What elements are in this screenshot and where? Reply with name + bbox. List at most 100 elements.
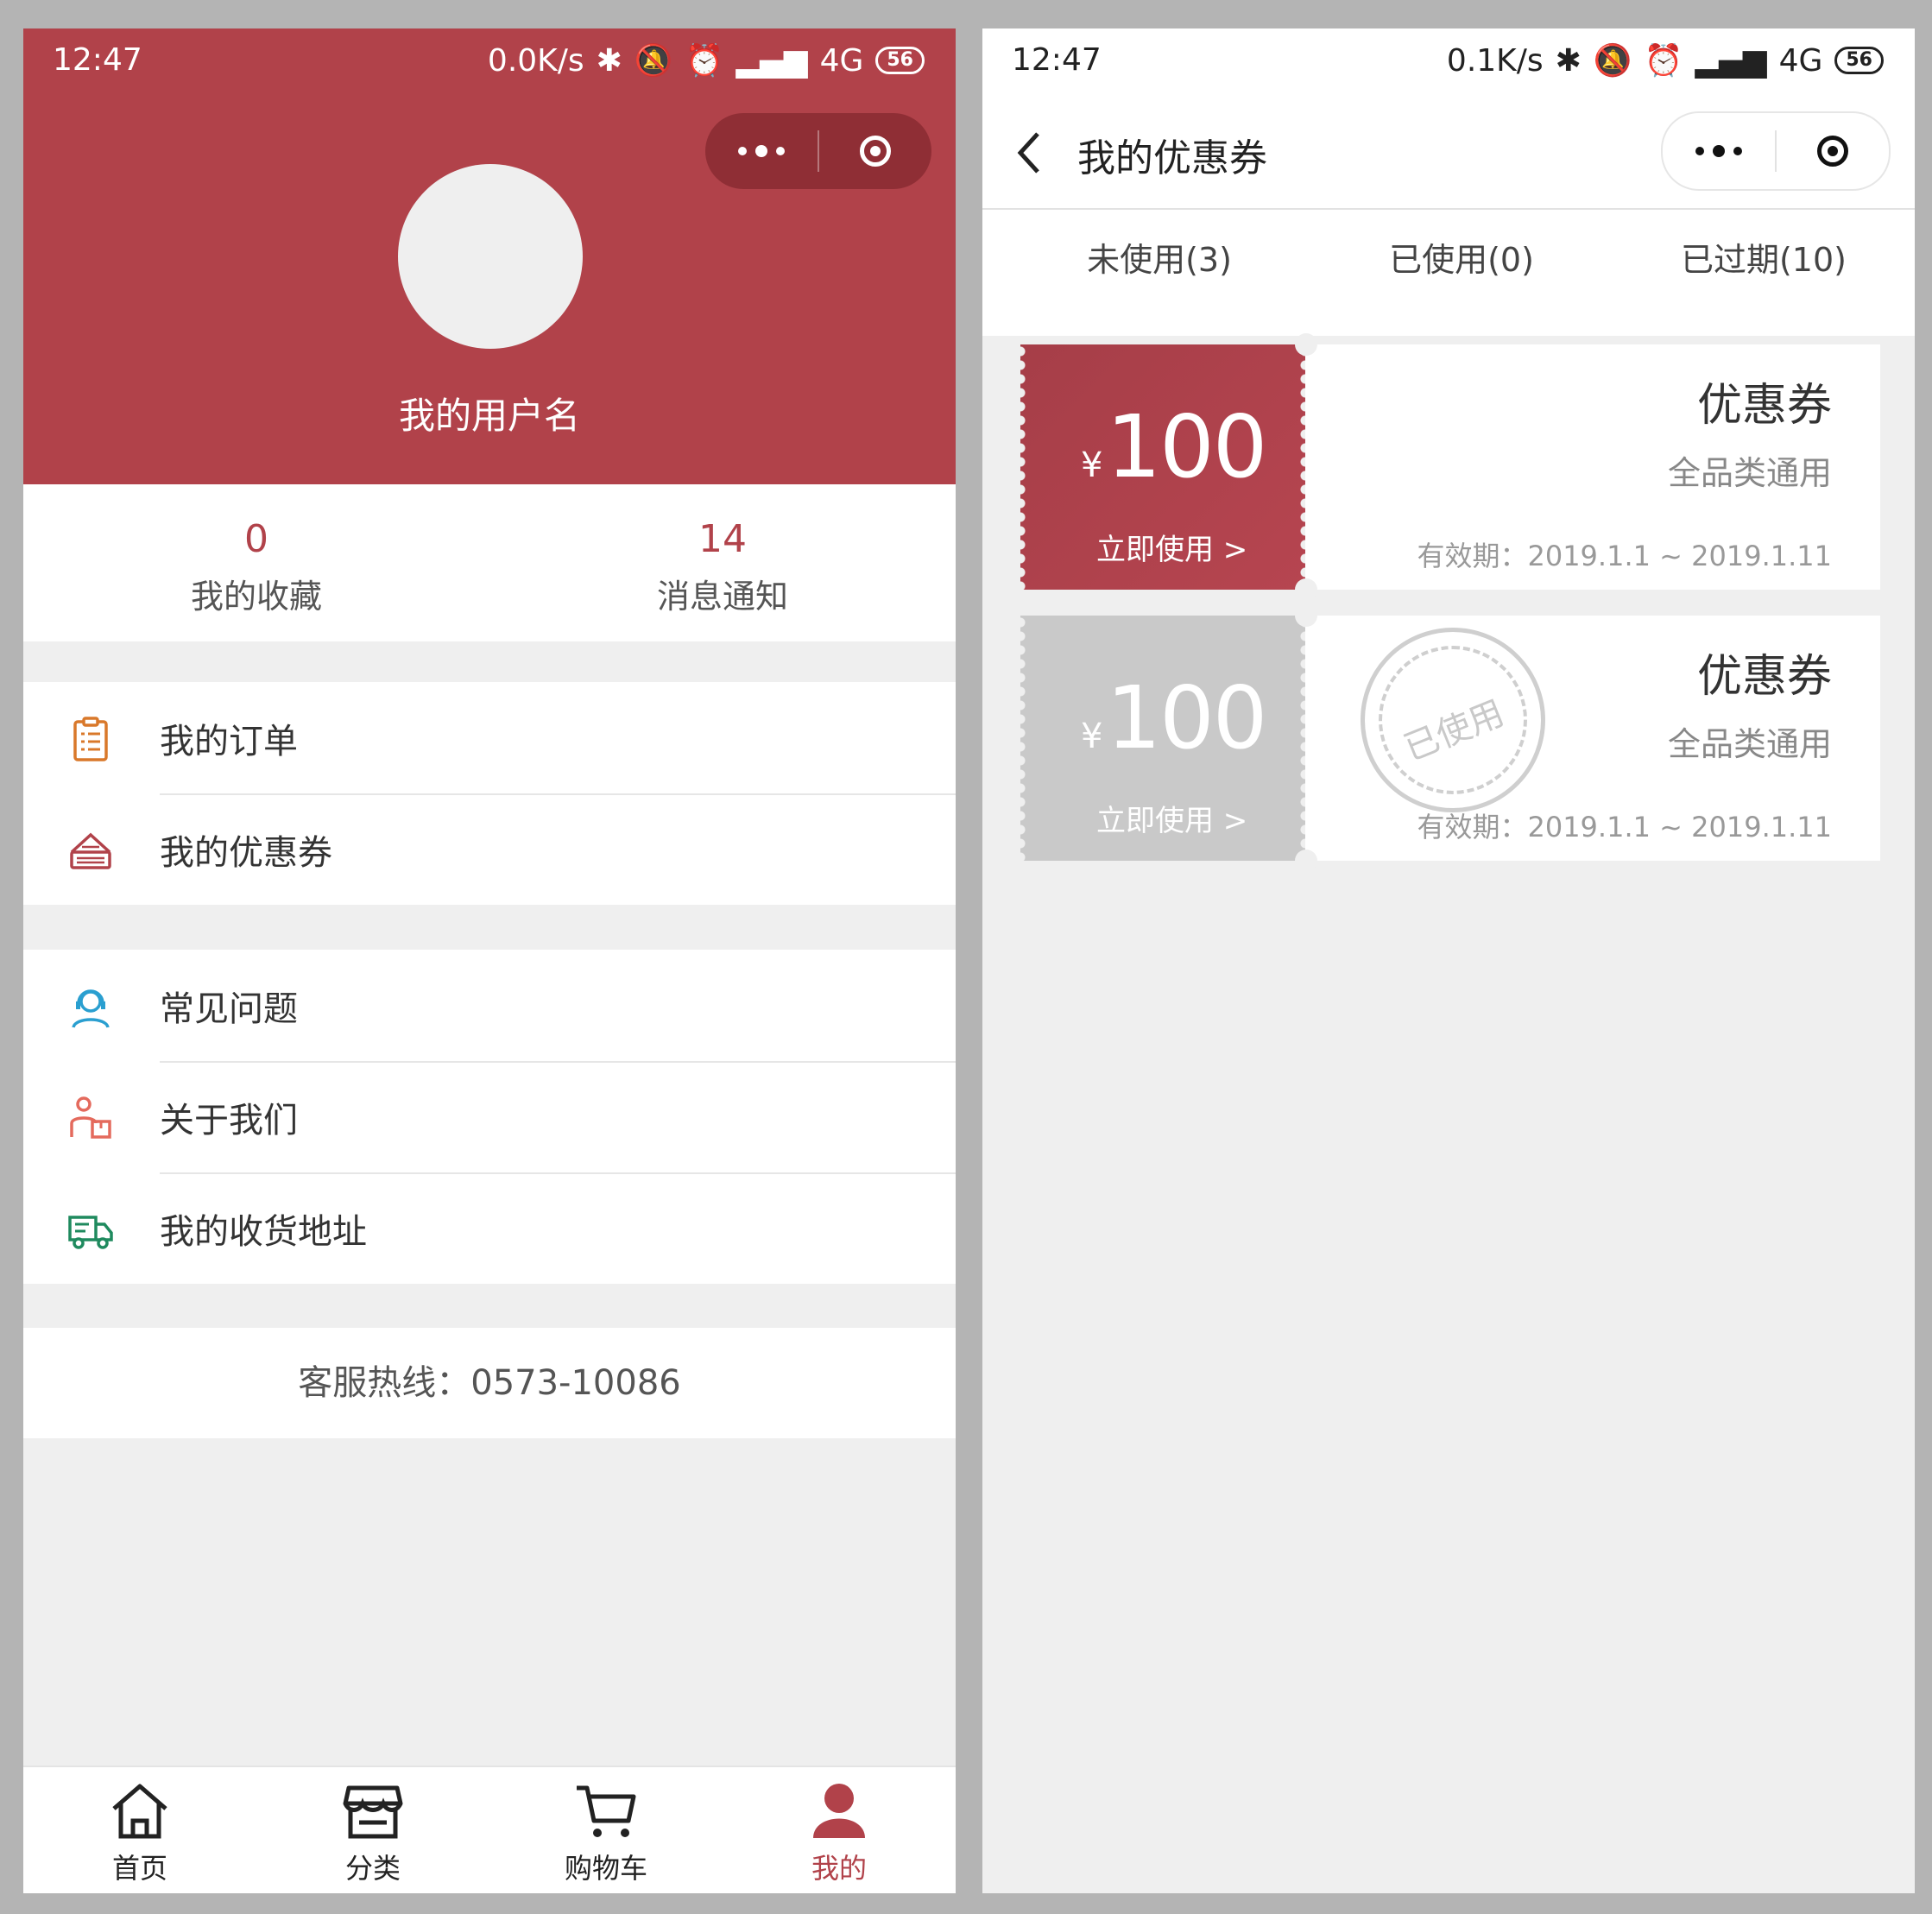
stats-row: 0 我的收藏 14 消息通知: [23, 484, 956, 641]
coupon-scope: 全品类通用: [1667, 454, 1832, 492]
currency-symbol: ¥: [1081, 445, 1102, 485]
coupon-stub: ¥100 立即使用 >: [1013, 344, 1312, 590]
coupon-amount: ¥100: [1081, 396, 1267, 497]
bluetooth-icon: ✱: [596, 42, 622, 79]
menu-item-faq[interactable]: 常见问题: [23, 950, 956, 1061]
page-title: 我的优惠券: [1077, 136, 1267, 180]
tab-label: 购物车: [564, 1852, 647, 1885]
use-now-link[interactable]: 立即使用 >: [1096, 797, 1247, 839]
coupon-card[interactable]: ¥100 立即使用 > 已使用 优惠券 全品类通用 有效期：2019.1.1 ~…: [1013, 604, 1880, 872]
scallop-edge: [1013, 616, 1027, 861]
menu-item-address[interactable]: 我的收货地址: [23, 1172, 956, 1284]
target-icon: [1817, 136, 1848, 167]
menu-item-label: 关于我们: [160, 1100, 298, 1140]
signal-icon: ▂▄▆: [1695, 42, 1767, 79]
more-button[interactable]: [705, 113, 818, 189]
coupon-value: 100: [1106, 667, 1267, 768]
status-icons: 0.0K/s ✱ 🔕 ⏰ ▂▄▆ 4G 56: [488, 42, 925, 79]
status-time: 12:47: [53, 42, 142, 78]
avatar[interactable]: [398, 164, 583, 349]
navigation-bar: 12:47 0.1K/s ✱ 🔕 ⏰ ▂▄▆ 4G 56 我的优惠券: [982, 28, 1915, 210]
stat-label: 我的收藏: [190, 578, 322, 616]
stat-value: 14: [698, 517, 747, 561]
coupon-validity: 有效期：2019.1.1 ~ 2019.1.11: [1417, 811, 1832, 843]
coupon-value: 100: [1106, 396, 1267, 497]
coupon-body: 优惠券 全品类通用 有效期：2019.1.1 ~ 2019.1.11: [1305, 344, 1880, 590]
status-time: 12:47: [1012, 42, 1102, 78]
status-bar: 12:47 0.0K/s ✱ 🔕 ⏰ ▂▄▆ 4G 56: [23, 28, 956, 98]
store-icon: [343, 1785, 403, 1839]
menu-item-orders[interactable]: 我的订单: [23, 682, 956, 793]
tab-mine[interactable]: 我的: [723, 1767, 956, 1893]
user-icon: [813, 1784, 865, 1838]
mute-icon: 🔕: [1593, 43, 1632, 79]
network-speed: 0.1K/s: [1446, 42, 1544, 79]
tab-used[interactable]: 已使用(0): [1310, 210, 1613, 336]
profile-header: 12:47 0.0K/s ✱ 🔕 ⏰ ▂▄▆ 4G 56 我的用户名: [23, 28, 956, 484]
customer-service-hotline[interactable]: 客服热线：0573-10086: [23, 1328, 956, 1438]
stamp-text: 已使用: [1398, 692, 1510, 769]
network-speed: 0.0K/s: [487, 42, 584, 79]
currency-symbol: ¥: [1081, 717, 1102, 756]
menu-group-orders: 我的订单 我的优惠券: [23, 682, 956, 905]
alarm-icon: ⏰: [1644, 43, 1683, 79]
target-icon: [860, 136, 891, 167]
status-icons: 0.1K/s ✱ 🔕 ⏰ ▂▄▆ 4G 56: [1447, 42, 1884, 79]
headset-icon: [72, 989, 110, 1028]
more-button[interactable]: [1663, 113, 1775, 189]
cart-icon: [577, 1785, 636, 1837]
tab-cart[interactable]: 购物车: [489, 1767, 723, 1893]
battery-icon: 56: [875, 47, 925, 74]
tab-category[interactable]: 分类: [256, 1767, 489, 1893]
close-miniprogram-button[interactable]: [819, 113, 931, 189]
username: 我的用户名: [398, 395, 580, 437]
notch: [1295, 333, 1317, 356]
coupon-tabs: 未使用(3) 已使用(0) 已过期(10): [982, 210, 1915, 336]
coupon-scope: 全品类通用: [1667, 725, 1832, 763]
scallop-edge: [1013, 344, 1027, 590]
clipboard-icon: [73, 717, 108, 761]
battery-icon: 56: [1834, 47, 1884, 74]
stat-notifications[interactable]: 14 消息通知: [489, 484, 956, 641]
bluetooth-icon: ✱: [1555, 42, 1582, 79]
close-miniprogram-button[interactable]: [1777, 113, 1889, 189]
menu-group-info: 常见问题 关于我们 我的收货地址: [23, 950, 956, 1284]
network-type: 4G: [1778, 42, 1823, 79]
bottom-tab-bar: 首页 分类 购物车 我的: [23, 1766, 956, 1893]
tab-label: 我的: [811, 1852, 867, 1885]
signal-icon: ▂▄▆: [736, 42, 808, 79]
coupons-screen: 12:47 0.1K/s ✱ 🔕 ⏰ ▂▄▆ 4G 56 我的优惠券 未使用(3…: [982, 28, 1915, 1893]
coupon-body: 已使用 优惠券 全品类通用 有效期：2019.1.1 ~ 2019.1.11: [1305, 616, 1880, 861]
use-now-link[interactable]: 立即使用 >: [1096, 526, 1247, 568]
miniprogram-capsule: [1661, 111, 1891, 191]
tab-label: 分类: [344, 1852, 401, 1885]
menu-item-label: 我的订单: [160, 721, 298, 761]
used-stamp: 已使用: [1361, 628, 1545, 812]
profile-screen: 12:47 0.0K/s ✱ 🔕 ⏰ ▂▄▆ 4G 56 我的用户名 0 我的收…: [23, 28, 956, 1893]
network-type: 4G: [819, 42, 864, 79]
menu-item-coupons[interactable]: 我的优惠券: [23, 793, 956, 905]
tab-unused[interactable]: 未使用(3): [982, 210, 1310, 336]
coupon-validity: 有效期：2019.1.1 ~ 2019.1.11: [1417, 540, 1832, 572]
truck-icon: [68, 1216, 113, 1249]
tab-expired[interactable]: 已过期(10): [1613, 210, 1915, 336]
home-icon: [112, 1784, 167, 1839]
back-arrow-icon[interactable]: [1013, 127, 1045, 179]
notch: [1295, 850, 1317, 872]
status-bar: 12:47 0.1K/s ✱ 🔕 ⏰ ▂▄▆ 4G 56: [982, 28, 1915, 98]
coupon-title: 优惠券: [1696, 380, 1832, 432]
coupon-stub: ¥100 立即使用 >: [1013, 616, 1312, 861]
tab-home[interactable]: 首页: [23, 1767, 256, 1893]
tab-label: 首页: [111, 1852, 167, 1885]
mute-icon: 🔕: [634, 43, 673, 79]
alarm-icon: ⏰: [685, 43, 724, 79]
more-dots-icon: [1695, 145, 1742, 157]
menu-item-about[interactable]: 关于我们: [23, 1061, 956, 1172]
stat-label: 消息通知: [656, 578, 788, 616]
coupon-card[interactable]: ¥100 立即使用 > 优惠券 全品类通用 有效期：2019.1.1 ~ 201…: [1013, 333, 1880, 601]
notch: [1295, 578, 1317, 601]
delivery-person-icon: [70, 1096, 111, 1139]
coupon-title: 优惠券: [1696, 651, 1832, 703]
menu-item-label: 我的收货地址: [160, 1211, 367, 1252]
stat-favorites[interactable]: 0 我的收藏: [23, 484, 489, 641]
